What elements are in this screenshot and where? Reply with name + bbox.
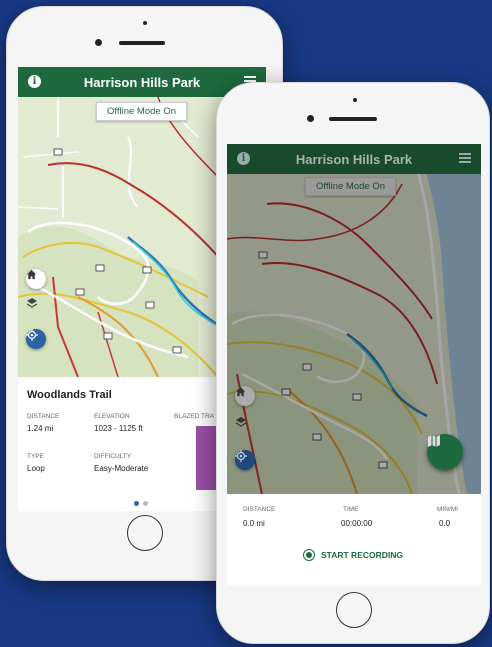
recording-panel: DISTANCE 0.0 mi TIME 00:00:00 MIN/MI 0.0…	[227, 494, 481, 586]
info-icon[interactable]: i	[237, 152, 250, 165]
distance-label: DISTANCE	[27, 413, 60, 420]
trail-map[interactable]: Offline Mode On	[227, 144, 481, 494]
trail-name: Woodlands Trail	[27, 389, 112, 401]
speaker-grille	[329, 117, 377, 121]
time-label: TIME	[343, 506, 359, 513]
page-title: Harrison Hills Park	[83, 74, 201, 90]
time-value: 00:00:00	[341, 519, 373, 528]
difficulty-label: DIFFICULTY	[94, 453, 132, 460]
difficulty-value: Easy-Moderate	[94, 464, 149, 473]
front-camera	[95, 39, 102, 46]
record-icon	[303, 549, 315, 561]
front-camera	[307, 115, 314, 122]
home-hardware-button[interactable]	[336, 592, 372, 628]
home-icon	[235, 386, 246, 397]
elevation-label: ELEVATION	[94, 413, 130, 420]
home-button[interactable]	[235, 386, 255, 406]
distance-value: 0.0 mi	[243, 519, 265, 528]
map-fab-button[interactable]	[427, 434, 463, 470]
offline-mode-badge: Offline Mode On	[305, 177, 397, 196]
proximity-sensor	[143, 21, 147, 25]
page-title: Harrison Hills Park	[295, 151, 413, 167]
start-recording-label: START RECORDING	[321, 550, 404, 560]
locate-button[interactable]	[235, 450, 255, 470]
home-hardware-button[interactable]	[127, 515, 163, 551]
phone-right: Offline Mode On i Harrison Hills Park DI…	[216, 82, 490, 644]
type-label: TYPE	[27, 453, 44, 460]
layers-icon	[26, 298, 38, 308]
layers-icon	[235, 417, 247, 427]
start-recording-button[interactable]: START RECORDING	[303, 549, 403, 561]
elevation-value: 1023 - 1125 ft	[94, 424, 143, 433]
layers-button[interactable]	[235, 416, 255, 436]
home-button[interactable]	[26, 269, 46, 289]
crosshair-icon	[235, 450, 247, 462]
layers-button[interactable]	[26, 297, 46, 317]
map-icon	[428, 435, 440, 447]
distance-value: 1.24 mi	[27, 424, 54, 433]
screen-right: Offline Mode On i Harrison Hills Park DI…	[227, 144, 481, 586]
distance-label: DISTANCE	[243, 506, 276, 513]
home-icon	[26, 269, 37, 280]
list-icon[interactable]	[459, 153, 471, 164]
page-indicator-active[interactable]	[134, 501, 139, 506]
proximity-sensor	[353, 98, 357, 102]
info-icon[interactable]: i	[28, 75, 41, 88]
min-per-mile-value: 0.0	[439, 519, 451, 528]
locate-button[interactable]	[26, 329, 46, 349]
page-indicator[interactable]	[143, 501, 148, 506]
offline-mode-badge: Offline Mode On	[96, 102, 188, 121]
crosshair-icon	[26, 329, 38, 341]
blazed-trail-label: BLAZED TRA	[174, 413, 214, 420]
speaker-grille	[119, 41, 165, 45]
type-value: Loop	[27, 464, 45, 473]
app-bar: i Harrison Hills Park	[227, 144, 481, 174]
min-per-mile-label: MIN/MI	[437, 506, 458, 513]
